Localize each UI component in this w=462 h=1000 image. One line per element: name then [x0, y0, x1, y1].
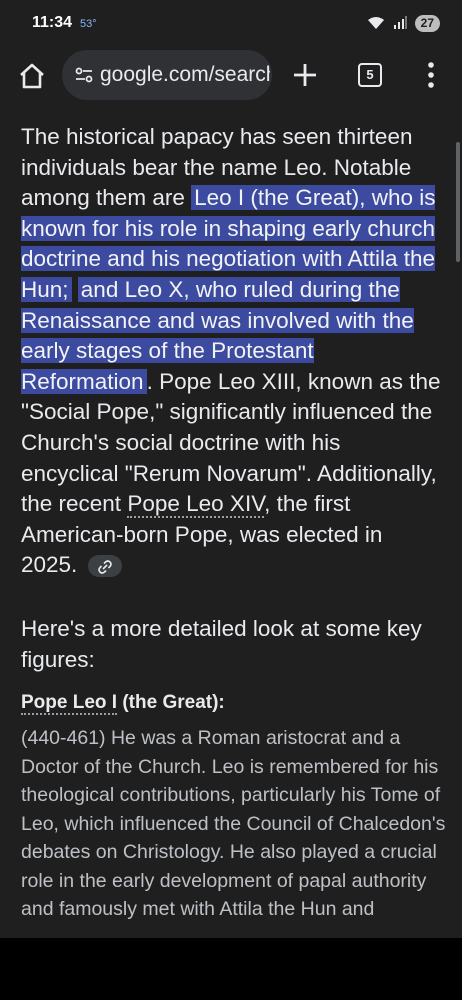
wifi-icon: [367, 17, 384, 29]
status-temperature: 53°: [80, 18, 97, 30]
link-icon: [97, 560, 112, 575]
site-settings-icon[interactable]: [74, 65, 94, 85]
battery-indicator: 27: [414, 14, 440, 32]
address-bar[interactable]: google.com/search: [62, 50, 272, 100]
figure-description: (440-461) He was a Roman aristocrat and …: [21, 727, 446, 920]
home-icon[interactable]: [18, 62, 46, 90]
scrollbar[interactable]: [456, 142, 460, 262]
tab-switcher-button[interactable]: 5: [358, 63, 382, 87]
status-time: 11:34: [32, 14, 73, 31]
section-heading: Here's a more detailed look at some key …: [21, 616, 422, 672]
url-text[interactable]: google.com/search: [100, 63, 270, 87]
status-icons: 27: [367, 14, 440, 32]
figure-title: Pope Leo I (the Great):: [21, 692, 225, 715]
overview-paragraph: The historical papacy has seen thirteen …: [21, 122, 441, 581]
pope-leo-xiv-link[interactable]: Pope Leo XIV: [127, 491, 265, 519]
signal-icon: [393, 16, 407, 29]
figure-title-rest: (the Great):: [117, 692, 225, 713]
system-navigation-bar: [0, 938, 462, 1000]
status-bar: 11:34 53° 27: [0, 0, 462, 46]
source-link-chip[interactable]: [87, 555, 122, 578]
page-content: The historical papacy has seen thirteen …: [0, 108, 462, 938]
pope-leo-i-link[interactable]: Pope Leo I: [21, 692, 118, 715]
browser-toolbar: google.com/search 5: [0, 46, 462, 108]
new-tab-icon[interactable]: [292, 62, 318, 88]
more-options-icon[interactable]: [420, 60, 442, 90]
